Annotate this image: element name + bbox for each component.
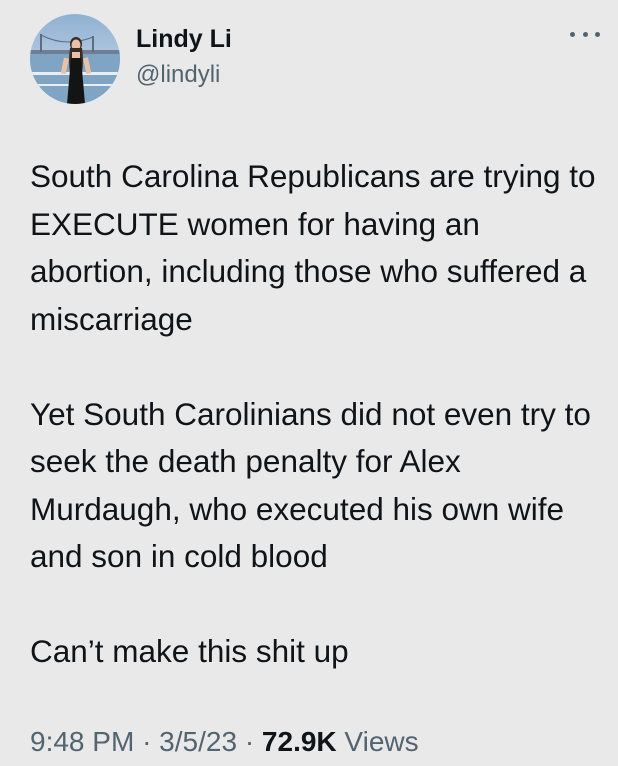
tweet-paragraph: Can’t make this shit up [30, 633, 349, 669]
dot [582, 31, 588, 37]
tweet-meta: 9:48 PM · 3/5/23 · 72.9K Views [30, 722, 419, 762]
tweet-header: Lindy Li @lindyli [30, 14, 600, 104]
handle[interactable]: @lindyli [136, 60, 232, 90]
dot [570, 31, 575, 37]
avatar[interactable] [30, 14, 120, 104]
tweet-text: South Carolina Republicans are trying to… [30, 153, 600, 676]
separator: · [244, 726, 255, 757]
tweet-paragraph: South Carolina Republicans are trying to… [30, 158, 596, 337]
ellipsis-icon[interactable] [570, 24, 600, 44]
tweet-time[interactable]: 9:48 PM [30, 726, 134, 757]
views-label: Views [344, 726, 419, 757]
dot [595, 31, 600, 37]
tweet-date[interactable]: 3/5/23 [159, 726, 237, 757]
author-names: Lindy Li @lindyli [136, 24, 232, 90]
tweet-paragraph: Yet South Carolinians did not even try t… [30, 395, 591, 575]
separator: · [142, 726, 152, 757]
views-count[interactable]: 72.9K [262, 726, 337, 757]
profile-photo-icon [30, 14, 120, 104]
tweet: Lindy Li @lindyli South Carolina Republi… [0, 0, 618, 766]
display-name[interactable]: Lindy Li [136, 24, 232, 54]
